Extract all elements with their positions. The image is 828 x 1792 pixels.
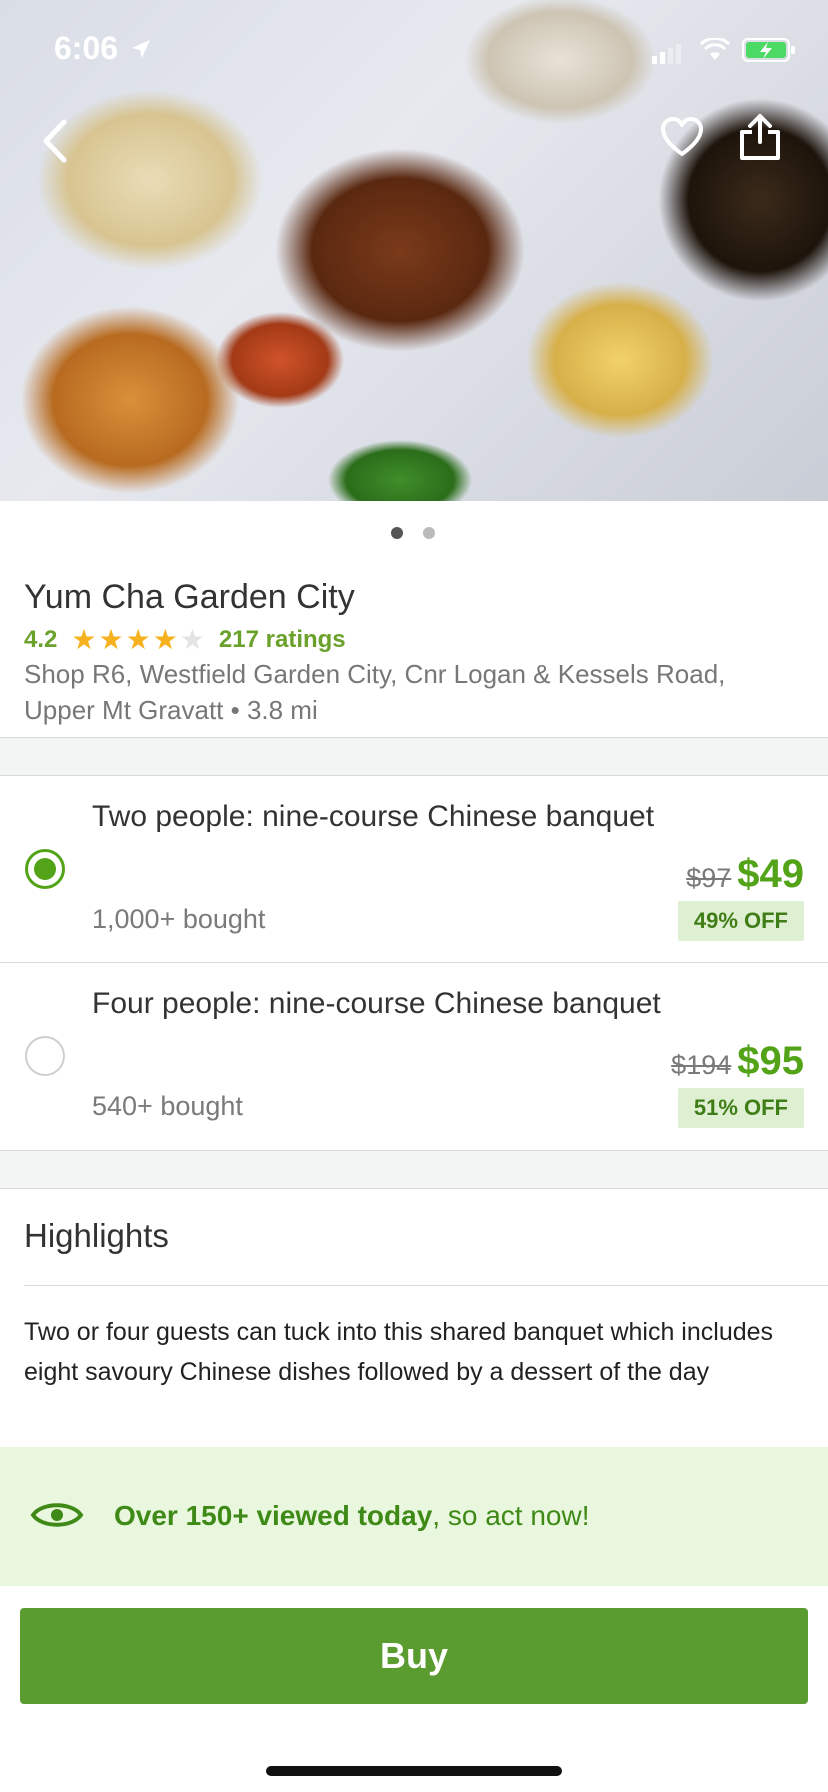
status-time: 6:06 (54, 30, 119, 66)
urgency-highlight: Over 150+ viewed today (114, 1500, 433, 1531)
deal-title: Yum Cha Garden City (24, 578, 355, 616)
highlights-heading: Highlights (24, 1217, 169, 1254)
option-bought-count: 540+ bought (92, 1091, 243, 1121)
address-line-1: Shop R6, Westfield Garden City, Cnr Loga… (24, 659, 726, 689)
merchant-address[interactable]: Shop R6, Westfield Garden City, Cnr Loga… (24, 656, 804, 728)
wifi-icon (700, 38, 730, 60)
status-bar: 6:06 (0, 0, 828, 100)
divider (24, 1285, 828, 1286)
option-title: Two people: nine-course Chinese banquet (92, 800, 655, 833)
buy-button[interactable]: Buy (20, 1608, 808, 1704)
cellular-signal-icon (652, 44, 681, 64)
carousel-dot-active[interactable] (391, 527, 403, 539)
hero-image[interactable]: 6:06 (0, 0, 828, 501)
star-empty-icon: ★ (179, 624, 205, 655)
favorite-button[interactable] (660, 116, 704, 160)
option-price: $97 $49 (686, 852, 804, 897)
ratings-count-link[interactable]: 217 ratings (219, 626, 346, 654)
section-spacer (0, 1151, 828, 1188)
option-price: $194 $95 (671, 1039, 804, 1084)
chevron-left-icon (43, 119, 67, 163)
rating-value: 4.2 (24, 626, 58, 653)
carousel-dot[interactable] (423, 527, 435, 539)
eye-icon (30, 1503, 84, 1527)
urgency-banner: Over 150+ viewed today, so act now! (0, 1447, 828, 1586)
divider (0, 1188, 828, 1189)
share-icon (740, 114, 780, 160)
original-price: $194 (671, 1050, 732, 1080)
star-icon: ★ (125, 624, 151, 655)
option-title: Four people: nine-course Chinese banquet (92, 987, 661, 1020)
discount-badge: 51% OFF (677, 1088, 804, 1128)
deal-option-two-people[interactable]: Two people: nine-course Chinese banquet … (0, 776, 828, 962)
urgency-rest: , so act now! (432, 1500, 590, 1531)
option-radio-selected[interactable] (25, 849, 65, 889)
home-indicator (266, 1766, 562, 1776)
option-radio-unselected[interactable] (25, 1036, 65, 1076)
discount-price: $49 (737, 852, 804, 896)
back-button[interactable] (34, 116, 78, 166)
urgency-text: Over 150+ viewed today, so act now! (114, 1500, 589, 1532)
original-price: $97 (686, 863, 732, 893)
option-bought-count: 1,000+ bought (92, 904, 266, 934)
share-button[interactable] (738, 112, 782, 162)
carousel-pagination[interactable] (0, 527, 828, 539)
rating-row[interactable]: 4.2 ★ ★ ★ ★ ★ 217 ratings (24, 624, 346, 656)
star-icon: ★ (152, 624, 178, 655)
star-icon: ★ (71, 624, 97, 655)
star-icon: ★ (98, 624, 124, 655)
address-line-2: Upper Mt Gravatt • 3.8 mi (24, 695, 318, 725)
highlights-body: Two or four guests can tuck into this sh… (24, 1318, 774, 1386)
discount-badge: 49% OFF (677, 901, 804, 941)
location-arrow-icon (132, 40, 150, 58)
section-spacer (0, 738, 828, 775)
battery-charging-icon (742, 38, 795, 62)
heart-icon (661, 117, 703, 156)
discount-price: $95 (737, 1039, 804, 1083)
deal-option-four-people[interactable]: Four people: nine-course Chinese banquet… (0, 963, 828, 1149)
star-rating: ★ ★ ★ ★ ★ (71, 626, 205, 654)
